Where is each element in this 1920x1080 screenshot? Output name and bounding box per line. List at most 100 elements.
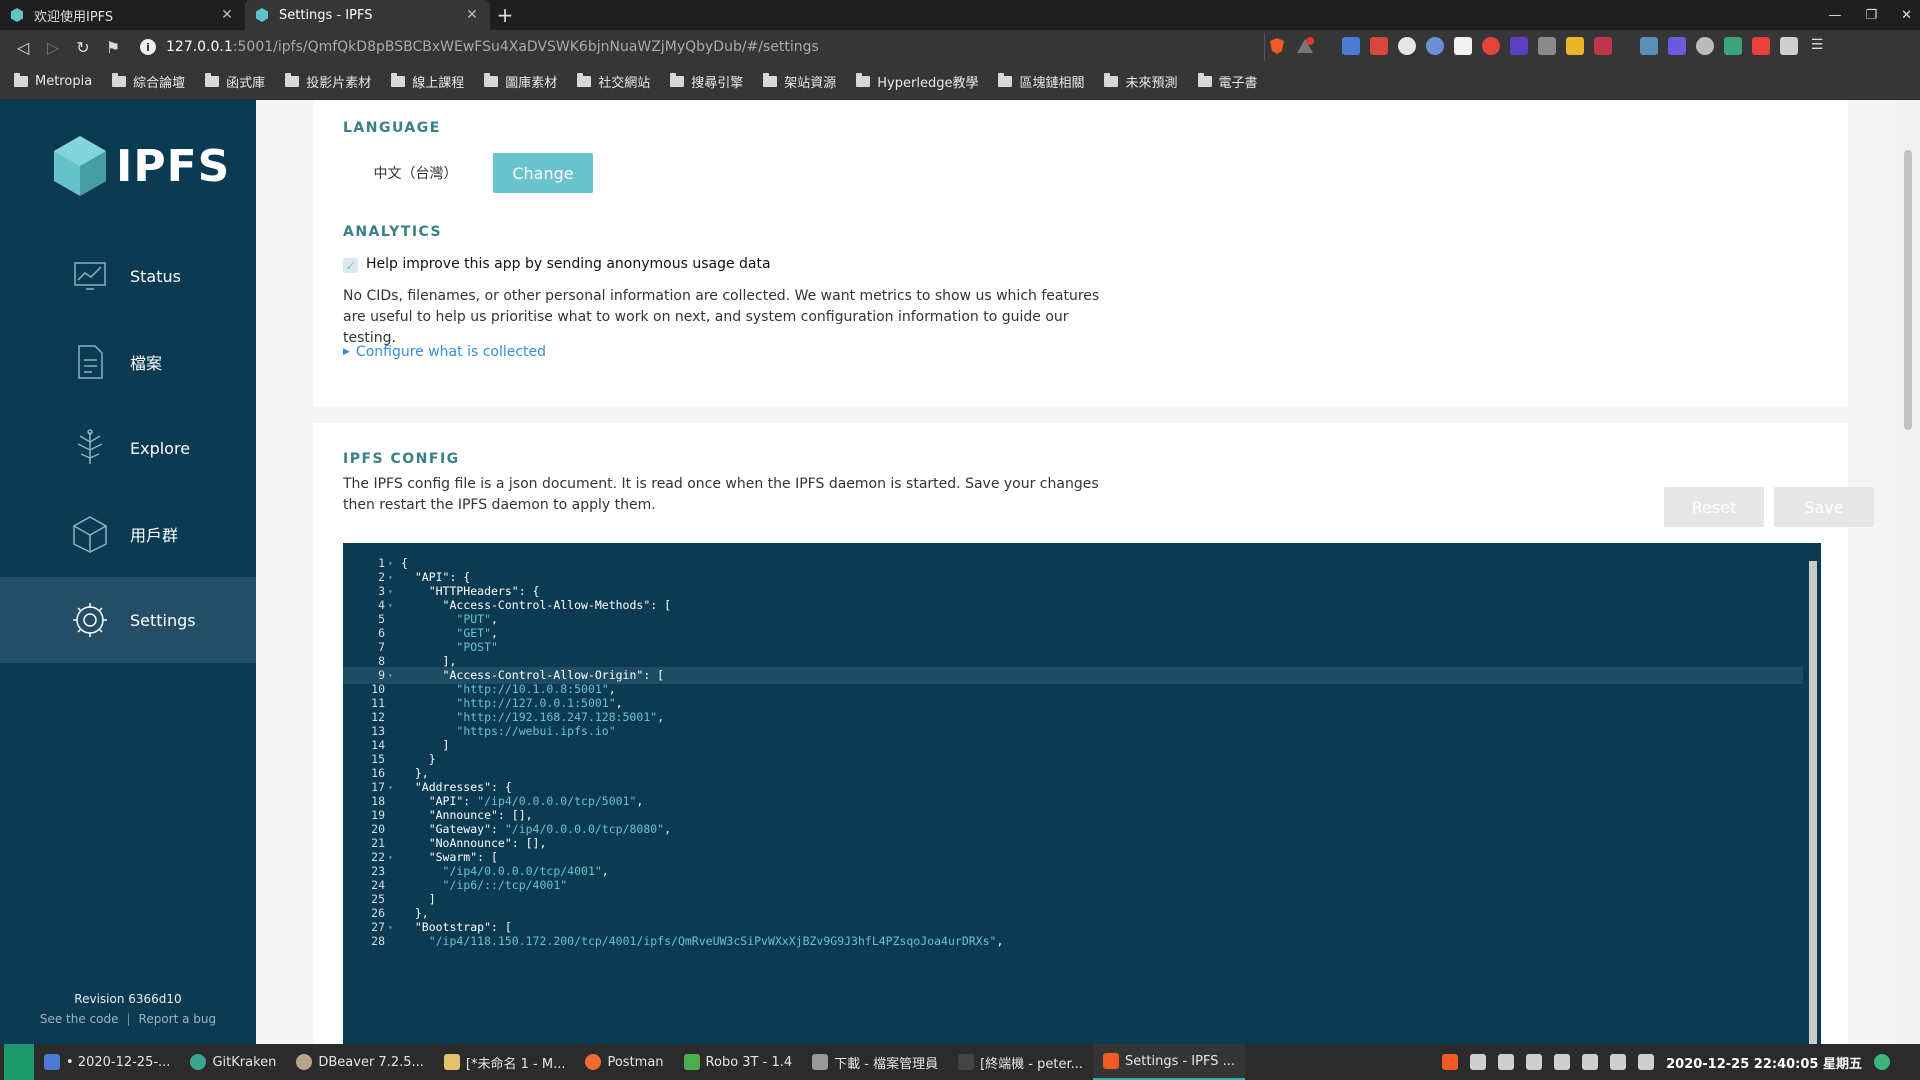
- taskbar-item[interactable]: GitKraken: [180, 1044, 286, 1080]
- close-window-icon[interactable]: ✕: [1901, 8, 1912, 23]
- bookmark-folder[interactable]: 函式庫: [205, 72, 265, 91]
- bookmark-label: 架站資源: [784, 76, 837, 91]
- s-extension-icon[interactable]: [1482, 37, 1500, 55]
- taskbar-item[interactable]: Robo 3T - 1.4: [674, 1044, 803, 1080]
- sidebar-item-explore[interactable]: Explore: [0, 405, 256, 491]
- bookmark-label: 社交網站: [598, 76, 651, 91]
- circle-extension-icon[interactable]: [1696, 37, 1714, 55]
- editor-line[interactable]: 28 "/ip4/118.150.172.200/tcp/4001/ipfs/Q…: [343, 933, 1803, 950]
- bookmark-folder[interactable]: 電子書: [1197, 72, 1258, 91]
- volume-icon[interactable]: [1638, 1054, 1655, 1070]
- bookmark-folder[interactable]: 綜合論壇: [112, 72, 185, 91]
- info-icon[interactable]: i: [140, 39, 156, 55]
- close-icon[interactable]: ✕: [219, 7, 235, 23]
- os-taskbar: • 2020-12-25-... GitKraken DBeaver 7.2.5…: [0, 1044, 1920, 1080]
- forward-icon[interactable]: ▷: [38, 33, 68, 61]
- bookmark-folder[interactable]: 搜尋引擎: [670, 72, 743, 91]
- inbox-extension-icon[interactable]: [1724, 37, 1742, 55]
- bookmark-folder[interactable]: 未來預測: [1104, 72, 1178, 91]
- ipfs-logo[interactable]: IPFS: [54, 136, 230, 196]
- sidebar-item-files[interactable]: 檔案: [0, 319, 256, 405]
- taskbar-item[interactable]: DBeaver 7.2.5...: [286, 1044, 434, 1080]
- back-icon[interactable]: ◁: [8, 33, 38, 61]
- brave-rewards-icon[interactable]: [1296, 37, 1314, 55]
- panel-tray-icon[interactable]: [1470, 1054, 1487, 1070]
- translate-extension-icon[interactable]: [1342, 37, 1360, 55]
- page-scrollbar-thumb[interactable]: [1904, 150, 1912, 430]
- bookmark-folder[interactable]: 架站資源: [763, 72, 836, 91]
- bookmark-folder[interactable]: 線上課程: [391, 72, 464, 91]
- sidebar-links: See the code | Report a bug: [0, 1012, 256, 1026]
- analytics-checkbox[interactable]: ✓: [343, 258, 358, 273]
- bookmark-label: 未來預測: [1125, 76, 1178, 91]
- postman-icon: [585, 1054, 602, 1070]
- taskbar-item[interactable]: [*未命名 1 - M...: [434, 1044, 576, 1080]
- a-extension-icon[interactable]: [1668, 37, 1686, 55]
- config-json-editor[interactable]: 1 ▾{2 ▾ "API": {3 ▾ "HTTPHeaders": {4 ▾ "Acc…: [343, 543, 1821, 1044]
- download-extension-icon[interactable]: [1538, 37, 1556, 55]
- record-extension-icon[interactable]: [1594, 37, 1612, 55]
- editor-scrollbar-thumb[interactable]: [1809, 561, 1817, 1044]
- url-path: :5001/ipfs/QmfQkD8pBSBCBxWEwFSu4XaDVSWK6…: [232, 39, 819, 55]
- taskbar-item[interactable]: [終端機 - peter...: [948, 1044, 1093, 1080]
- taskbar-item-label: DBeaver 7.2.5...: [318, 1054, 424, 1070]
- binance-extension-icon[interactable]: [1566, 37, 1584, 55]
- sidebar-item-status[interactable]: Status: [0, 233, 256, 319]
- taskbar-item[interactable]: 下載 - 檔案管理員: [802, 1044, 948, 1080]
- bookmark-folder[interactable]: 社交網站: [577, 72, 650, 91]
- power-icon[interactable]: [1874, 1054, 1890, 1070]
- taskbar-item[interactable]: • 2020-12-25-...: [34, 1044, 180, 1080]
- puzzle-icon[interactable]: [1780, 37, 1798, 55]
- browser-tab-welcome[interactable]: 欢迎使用IPFS ✕: [0, 0, 245, 30]
- menu-icon[interactable]: ☰: [1808, 37, 1826, 55]
- brave-tray-icon[interactable]: [1442, 1054, 1459, 1070]
- analytics-checkbox-label[interactable]: Help improve this app by sending anonymo…: [366, 256, 771, 272]
- bookmark-folder[interactable]: Hyperledge教學: [856, 72, 978, 91]
- bluetooth-icon[interactable]: [1526, 1054, 1543, 1070]
- save-button[interactable]: Save: [1774, 487, 1874, 527]
- chat-extension-icon[interactable]: [1398, 37, 1416, 55]
- close-icon[interactable]: ✕: [464, 7, 480, 23]
- see-code-link[interactable]: See the code: [40, 1012, 119, 1026]
- screen-extension-icon[interactable]: [1640, 37, 1658, 55]
- crypto-extension-icon[interactable]: [1510, 37, 1528, 55]
- bookmark-folder[interactable]: 圖庫素材: [484, 72, 557, 91]
- download-folder-icon: [812, 1054, 829, 1070]
- report-bug-link[interactable]: Report a bug: [139, 1012, 217, 1026]
- folder-icon: [484, 73, 499, 87]
- shield-icon[interactable]: [1610, 1054, 1627, 1070]
- sidebar-item-peers[interactable]: 用戶群: [0, 491, 256, 577]
- change-language-button[interactable]: Change: [493, 153, 593, 193]
- moon-extension-icon[interactable]: [1426, 37, 1444, 55]
- image-tray-icon[interactable]: [1498, 1054, 1515, 1070]
- start-menu-icon[interactable]: [4, 1044, 34, 1080]
- bookmark-label: 綜合論壇: [133, 76, 186, 91]
- brave-shield-icon[interactable]: [1268, 37, 1286, 55]
- configure-collected-toggle[interactable]: ▶ Configure what is collected: [343, 344, 546, 360]
- editor-scrollbar[interactable]: [1809, 561, 1817, 1044]
- display-tray-icon[interactable]: [1554, 1054, 1571, 1070]
- bookmark-icon[interactable]: ⚑: [98, 33, 128, 61]
- taskbar-item-active[interactable]: Settings - IPFS ...: [1093, 1044, 1246, 1080]
- sidebar-item-settings[interactable]: Settings: [0, 577, 256, 663]
- bookmark-label: 線上課程: [412, 76, 465, 91]
- files-icon: [78, 345, 103, 379]
- m-extension-icon[interactable]: [1752, 37, 1770, 55]
- bookmark-folder[interactable]: 投影片素材: [285, 72, 371, 91]
- folder-icon: [998, 73, 1013, 87]
- browser-tab-settings[interactable]: Settings - IPFS ✕: [245, 0, 490, 30]
- bookmark-folder[interactable]: Metropia: [14, 73, 92, 89]
- clip-tray-icon[interactable]: [1582, 1054, 1599, 1070]
- browser-tabstrip: 欢迎使用IPFS ✕ Settings - IPFS ✕ + — ❐ ✕: [0, 0, 1920, 30]
- reload-icon[interactable]: ↻: [68, 33, 98, 61]
- maximize-icon[interactable]: ❐: [1865, 8, 1877, 23]
- bookmark-folder[interactable]: 區塊鏈相關: [998, 72, 1084, 91]
- taskbar-item[interactable]: Postman: [575, 1044, 673, 1080]
- address-bar[interactable]: i 127.0.0.1:5001/ipfs/QmfQkD8pBSBCBxWEwF…: [140, 33, 1265, 61]
- page-scrollbar[interactable]: [1896, 100, 1920, 1044]
- new-tab-button[interactable]: +: [490, 0, 520, 30]
- mail-extension-icon[interactable]: [1370, 37, 1388, 55]
- reset-button[interactable]: Reset: [1664, 487, 1764, 527]
- minimize-icon[interactable]: —: [1828, 8, 1841, 23]
- notion-extension-icon[interactable]: [1454, 37, 1472, 55]
